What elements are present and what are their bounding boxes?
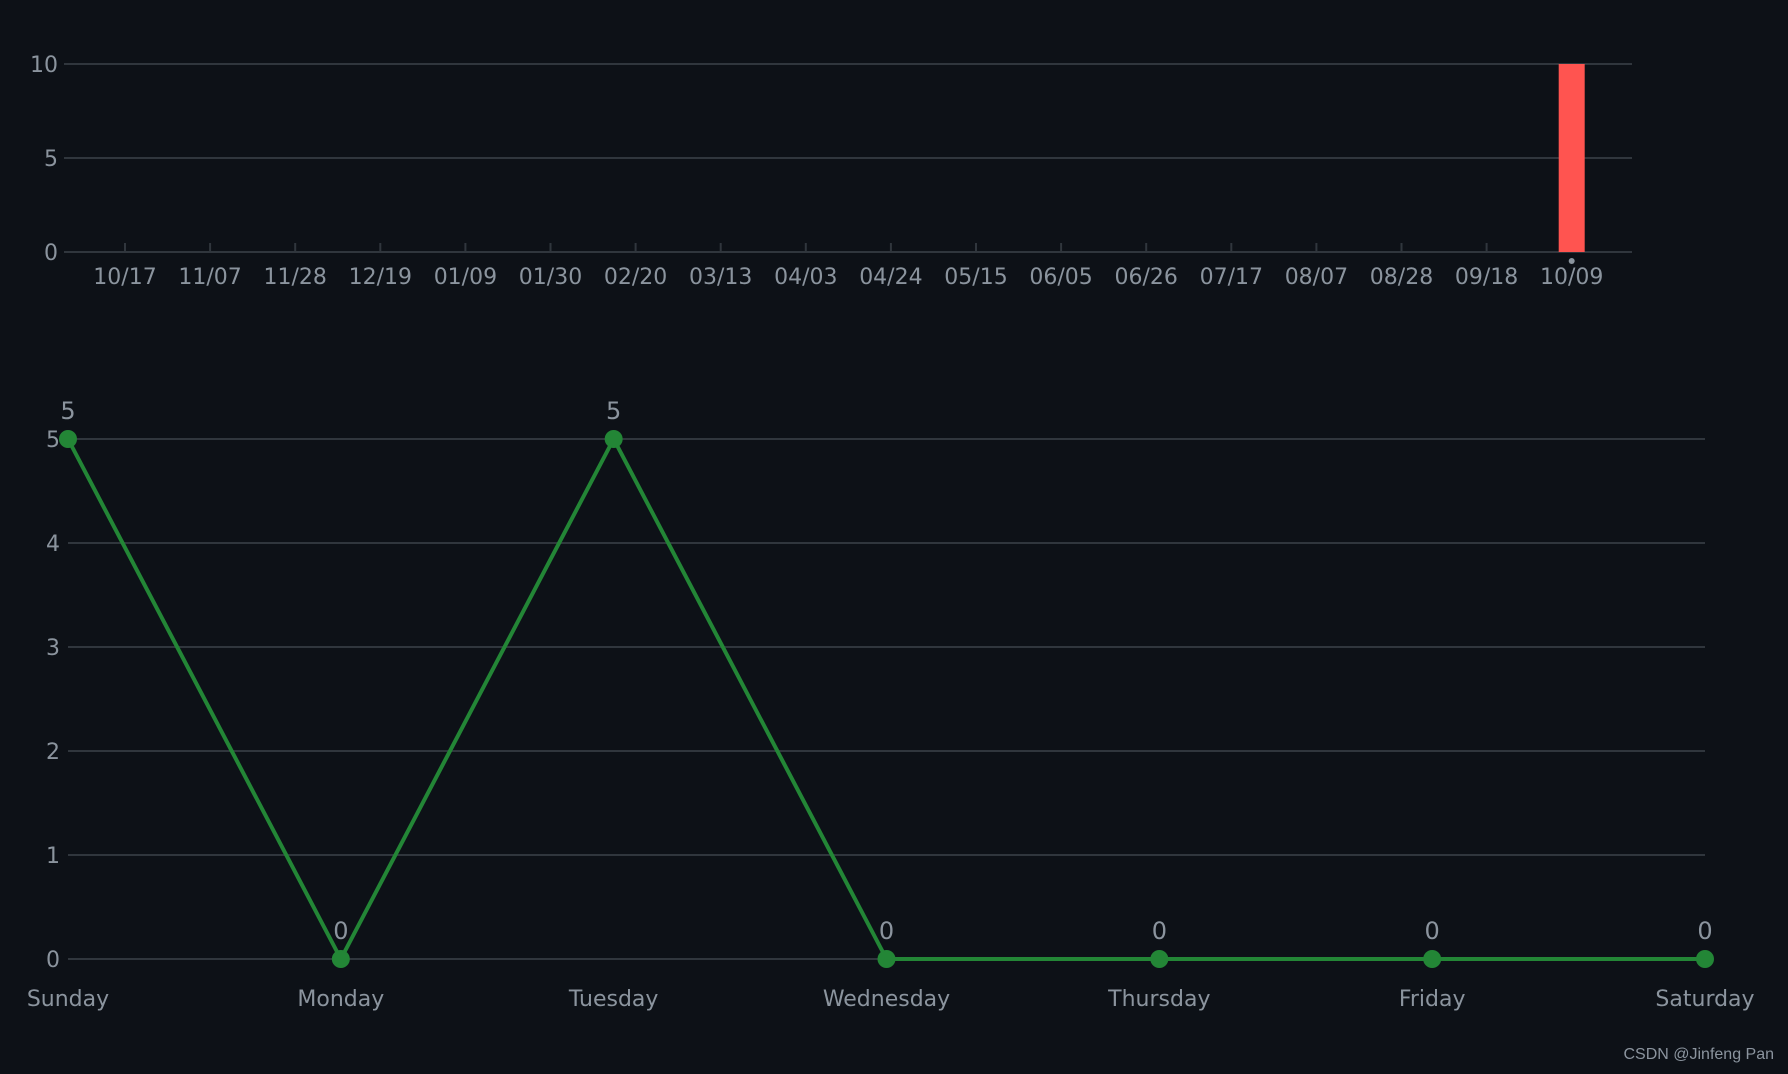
line-x-tick-label: Friday — [1399, 987, 1466, 1012]
bar-x-tick-label: 11/07 — [178, 265, 241, 290]
bar-x-tick-label: 07/17 — [1200, 265, 1263, 290]
bar-x-tick-label: 11/28 — [263, 265, 326, 290]
data-label: 0 — [333, 917, 348, 945]
data-point — [59, 430, 77, 448]
data-label: 5 — [60, 397, 75, 425]
bar-x-tick-label: 04/03 — [774, 265, 837, 290]
line-y-tick-label: 5 — [46, 428, 60, 453]
bar-x-tick-label: 10/09 — [1540, 265, 1603, 290]
line-x-tick-label: Saturday — [1655, 987, 1754, 1012]
data-label: 0 — [1152, 917, 1167, 945]
bar-x-tick-label: 06/05 — [1029, 265, 1092, 290]
line-y-tick-label: 2 — [46, 740, 60, 765]
data-point — [331, 950, 350, 968]
bar-x-tick-label: 02/20 — [604, 265, 667, 290]
line-y-tick-label: 0 — [46, 948, 60, 973]
data-point — [1423, 950, 1442, 968]
line-x-tick-label: Thursday — [1107, 987, 1210, 1012]
bar-x-tick-label: 12/19 — [349, 265, 412, 290]
line-x-tick-label: Monday — [297, 987, 384, 1012]
line-y-tick-label: 3 — [46, 636, 60, 661]
bar-chart: 0 5 10 10/17 11/07 11/28 12/19 01/09 01/30 02/20 0… — [30, 53, 1632, 290]
data-point — [604, 430, 623, 448]
bar-y-tick-label: 0 — [44, 241, 58, 266]
data-point — [877, 950, 896, 968]
bar-x-tick-label: 01/30 — [519, 265, 582, 290]
bar-x-tick-label: 01/09 — [434, 265, 497, 290]
bar-y-tick-label: 5 — [44, 147, 58, 172]
bar-x-tick-label: 10/17 — [93, 265, 156, 290]
bar-x-tick-label: 08/07 — [1285, 265, 1348, 290]
line-x-tick-label: Sunday — [27, 987, 109, 1012]
bar-y-tick-label: 10 — [30, 53, 58, 78]
data-point — [1696, 950, 1714, 968]
line-y-tick-label: 1 — [46, 844, 60, 869]
bar-x-tick-label: 03/13 — [689, 265, 752, 290]
data-label: 0 — [1425, 917, 1440, 945]
line-y-tick-label: 4 — [46, 532, 60, 557]
line-chart: 0 1 2 3 4 5 Sunday Monday Tuesday Wednesday Thursd… — [27, 397, 1755, 1012]
bar-x-tick-label: 05/15 — [944, 265, 1007, 290]
bar-marker-dot — [1568, 258, 1575, 264]
watermark: CSDN @Jinfeng Pan — [1623, 1046, 1774, 1063]
line-x-tick-label: Wednesday — [823, 987, 950, 1012]
line-x-tick-label: Tuesday — [568, 987, 659, 1012]
data-point — [1150, 950, 1169, 968]
data-label: 0 — [879, 917, 894, 945]
bar-x-tick-label: 09/18 — [1455, 265, 1518, 290]
bar-x-tick-label: 08/28 — [1370, 265, 1433, 290]
data-label: 5 — [606, 397, 621, 425]
bar — [1558, 64, 1585, 252]
bar-x-tick-label: 06/26 — [1114, 265, 1177, 290]
series-line — [66, 437, 1707, 961]
bar-x-tick-label: 04/24 — [859, 265, 922, 290]
charts-canvas: 051010/17 11/07 11/28 12/19 01/09 01/30 02/20 0… — [27, 53, 1755, 1012]
data-label: 0 — [1697, 917, 1712, 945]
